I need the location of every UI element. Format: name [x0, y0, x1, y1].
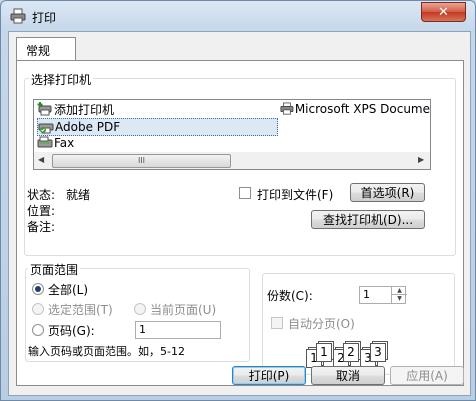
- printer-item-fax[interactable]: Fax: [37, 135, 74, 151]
- fax-icon: [37, 136, 53, 148]
- pages-input[interactable]: 1: [135, 321, 221, 339]
- copies-input[interactable]: 1 ▲ ▼: [359, 286, 407, 304]
- print-to-file-checkbox[interactable]: [239, 187, 251, 199]
- tab-page-general: 选择打印机 添加打印机 Adobe PDF Fax Microsoft XPS …: [16, 60, 464, 386]
- tab-general[interactable]: 常规: [16, 37, 76, 62]
- printer-item-label: Microsoft XPS Docume: [294, 102, 430, 116]
- window-title: 打印: [32, 11, 57, 25]
- printer-list[interactable]: 添加打印机 Adobe PDF Fax Microsoft XPS Docume: [33, 99, 431, 154]
- add-printer-icon: [37, 102, 52, 116]
- collate-page: 3: [370, 343, 386, 362]
- collate-page: 2: [343, 343, 359, 362]
- page-range-current-label: 当前页面(U): [150, 303, 217, 317]
- page-range-all-radio[interactable]: [32, 283, 44, 295]
- page-range-hint: 输入页码或页面范围。如，5-12: [28, 345, 185, 358]
- find-printer-button[interactable]: 查找打印机(D)...: [311, 210, 425, 229]
- close-button[interactable]: ✕: [421, 2, 466, 22]
- tab-label: 常规: [26, 44, 51, 58]
- page-range-selection-radio: [32, 303, 44, 315]
- print-button[interactable]: 打印(P): [232, 366, 306, 385]
- comment-label: 备注:: [27, 220, 56, 234]
- status-label: 状态:: [27, 188, 56, 202]
- copies-group: 份数(C): 1 ▲ ▼ 自动分页(O) 1 1 2 2 3 3: [262, 273, 455, 375]
- page-range-selection-label: 选定范围(T): [48, 303, 113, 317]
- printer-item-label: 添加打印机: [54, 102, 115, 117]
- collate-page: 1: [316, 343, 332, 362]
- printer-icon: [10, 8, 26, 24]
- printer-item-label: Adobe PDF: [55, 120, 121, 134]
- page-range-all-label: 全部(L): [48, 283, 89, 297]
- location-label: 位置:: [27, 204, 56, 218]
- copies-spinner[interactable]: ▲ ▼: [391, 287, 407, 303]
- scrollbar-thumb[interactable]: III: [52, 154, 231, 168]
- collate-label: 自动分页(O): [288, 317, 355, 331]
- scroll-left-icon[interactable]: ◀: [38, 155, 44, 164]
- copies-label: 份数(C):: [267, 289, 313, 303]
- print-dialog: 打印 ✕ 常规 选择打印机 添加打印机 Adobe PDF Fax Micros…: [0, 0, 476, 401]
- spin-up-icon[interactable]: ▲: [392, 287, 407, 295]
- scroll-right-icon[interactable]: ▶: [418, 155, 424, 164]
- print-to-file-label: 打印到文件(F): [257, 188, 334, 202]
- pdf-printer-icon: [38, 123, 54, 134]
- copies-value: 1: [363, 288, 370, 301]
- printer-item-adobe-pdf[interactable]: Adobe PDF: [37, 118, 278, 136]
- page-range-pages-label: 页码(G):: [48, 324, 95, 338]
- page-range-legend: 页面范围: [28, 261, 81, 278]
- status-value: 就绪: [66, 188, 91, 202]
- apply-button: 应用(A): [390, 366, 464, 385]
- printer-item-label: Fax: [54, 136, 75, 150]
- select-printer-legend: 选择打印机: [29, 71, 94, 88]
- select-printer-group: 选择打印机 添加打印机 Adobe PDF Fax Microsoft XPS …: [24, 71, 456, 256]
- page-range-current-radio: [134, 303, 146, 315]
- printer-item-add[interactable]: 添加打印机: [37, 101, 114, 117]
- spin-down-icon[interactable]: ▼: [392, 295, 407, 302]
- page-range-group: 页面范围 全部(L) 选定范围(T) 当前页面(U) 页码(G): 1 输入页码…: [25, 261, 250, 362]
- title-bar[interactable]: 打印 ✕: [1, 1, 475, 31]
- printer-icon: [280, 102, 294, 115]
- dialog-client: 常规 选择打印机 添加打印机 Adobe PDF Fax Microsoft X…: [8, 31, 471, 396]
- printer-list-scrollbar[interactable]: ◀ III ▶: [33, 152, 431, 170]
- preferences-button[interactable]: 首选项(R): [350, 183, 425, 202]
- page-range-pages-radio[interactable]: [32, 324, 44, 336]
- cancel-button[interactable]: 取消: [311, 366, 385, 385]
- printer-item-xps[interactable]: Microsoft XPS Docume: [280, 101, 430, 117]
- collate-checkbox: [271, 317, 283, 329]
